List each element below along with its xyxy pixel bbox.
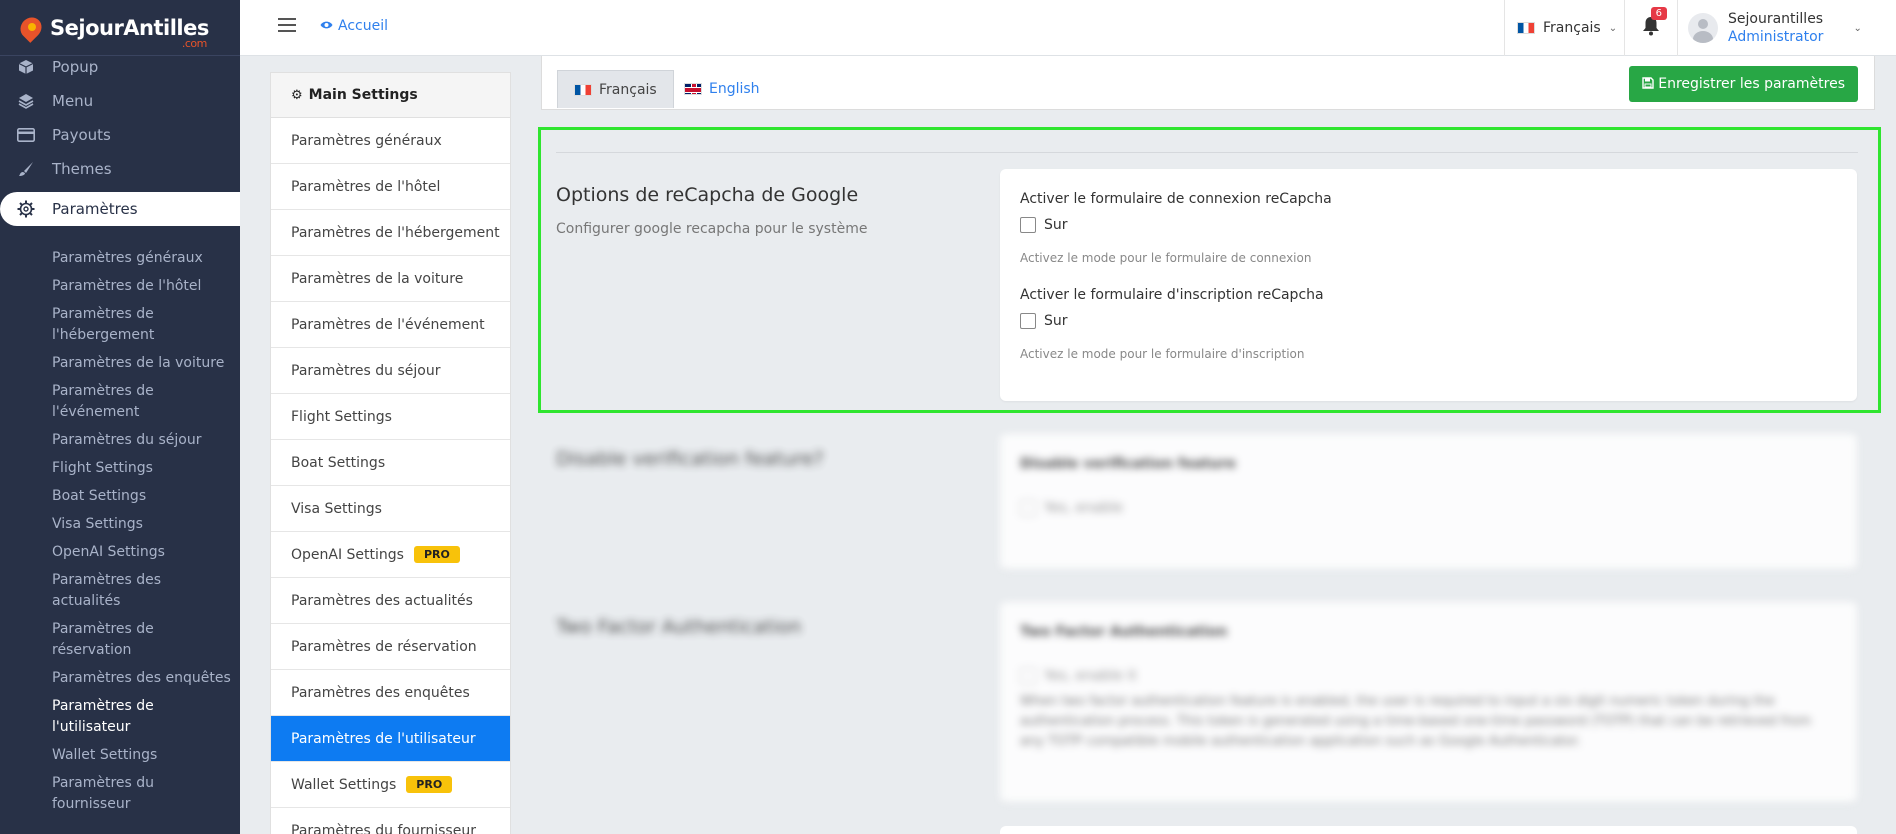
cube-icon bbox=[16, 58, 36, 76]
flag-france-icon bbox=[574, 83, 592, 96]
two-factor-checkbox-row[interactable]: Yes, enable it bbox=[1020, 668, 1837, 684]
sidebar-sub-item[interactable]: Paramètres du séjour bbox=[52, 428, 232, 456]
settings-menu-item[interactable]: Flight Settings bbox=[271, 394, 510, 440]
hamburger-menu-icon[interactable] bbox=[278, 18, 296, 32]
highlight-box bbox=[538, 127, 1881, 413]
home-link-label: Accueil bbox=[338, 18, 388, 34]
eye-icon bbox=[320, 19, 333, 33]
sidebar-sub-item[interactable]: Paramètres de l'événement bbox=[52, 379, 232, 428]
layers-icon bbox=[16, 92, 36, 110]
two-factor-card: Two Factor Authentication Yes, enable it… bbox=[1000, 602, 1857, 802]
sidebar-sub-item[interactable]: Paramètres des enquêtes bbox=[52, 666, 232, 694]
notifications-button[interactable]: 6 bbox=[1624, 0, 1678, 56]
sidebar-sub-item[interactable]: Paramètres de l'hébergement bbox=[52, 302, 232, 351]
sidebar-sub-item[interactable]: Paramètres du fournisseur bbox=[52, 771, 232, 820]
settings-menu-item-active[interactable]: Paramètres de l'utilisateur bbox=[271, 716, 510, 762]
settings-menu-item[interactable]: Paramètres de la voiture bbox=[271, 256, 510, 302]
language-tabs-bar: Français English Enregistrer les paramèt… bbox=[541, 56, 1875, 110]
tab-english[interactable]: English bbox=[668, 70, 776, 108]
brush-icon bbox=[16, 160, 36, 178]
sidebar-item-menu[interactable]: Menu bbox=[0, 84, 240, 118]
cogs-icon: ⚙ bbox=[291, 87, 303, 103]
verification-section-title: Disable verification feature? bbox=[556, 448, 824, 470]
sidebar-sub-item-current[interactable]: Paramètres de l'utilisateur bbox=[52, 694, 232, 743]
sidebar: SejourAntilles .com Popup Menu Payouts T… bbox=[0, 0, 240, 834]
settings-menu-item[interactable]: Paramètres de l'hôtel bbox=[271, 164, 510, 210]
settings-menu-item[interactable]: Paramètres du séjour bbox=[271, 348, 510, 394]
sidebar-item-themes[interactable]: Themes bbox=[0, 152, 240, 186]
next-card-edge bbox=[1000, 826, 1857, 834]
settings-menu-item[interactable]: OpenAI Settings PRO bbox=[271, 532, 510, 578]
sidebar-sub-item[interactable]: Paramètres des actualités bbox=[52, 568, 232, 617]
two-factor-label: Two Factor Authentication bbox=[1020, 624, 1228, 640]
gear-icon bbox=[16, 200, 36, 218]
home-link[interactable]: Accueil bbox=[320, 18, 388, 34]
settings-menu-header: ⚙ Main Settings bbox=[271, 73, 510, 118]
palm-logo-icon bbox=[16, 13, 46, 43]
two-factor-help: When two factor authentication feature i… bbox=[1020, 694, 1811, 749]
sidebar-item-payouts[interactable]: Payouts bbox=[0, 118, 240, 152]
sidebar-sub-item[interactable]: Wallet Settings bbox=[52, 743, 232, 771]
user-menu[interactable]: Sejourantilles Administrator ⌄ bbox=[1688, 0, 1862, 56]
settings-menu-item[interactable]: Paramètres de réservation bbox=[271, 624, 510, 670]
flag-uk-icon bbox=[684, 83, 702, 95]
user-role: Administrator bbox=[1728, 29, 1824, 45]
settings-menu-item[interactable]: Paramètres généraux bbox=[271, 118, 510, 164]
settings-menu-item[interactable]: Paramètres des actualités bbox=[271, 578, 510, 624]
user-name: Sejourantilles bbox=[1728, 11, 1824, 27]
sidebar-sub-item[interactable]: Paramètres de la voiture bbox=[52, 351, 232, 379]
two-factor-section-title: Two Factor Authentication bbox=[556, 616, 802, 638]
settings-menu-item[interactable]: Paramètres du fournisseur bbox=[271, 808, 510, 834]
sidebar-sub-item[interactable]: Visa Settings bbox=[52, 512, 232, 540]
credit-card-icon bbox=[16, 126, 36, 144]
floppy-disk-icon bbox=[1642, 76, 1654, 92]
sidebar-sub-item[interactable]: Paramètres généraux bbox=[52, 246, 232, 274]
sidebar-item-label: Paramètres bbox=[52, 200, 138, 218]
settings-menu-item[interactable]: Paramètres de l'événement bbox=[271, 302, 510, 348]
sidebar-item-label: Popup bbox=[52, 58, 99, 76]
sidebar-sub-item[interactable]: Flight Settings bbox=[52, 456, 232, 484]
sidebar-item-parametres[interactable]: Paramètres bbox=[0, 192, 240, 226]
settings-menu: ⚙ Main Settings Paramètres généraux Para… bbox=[270, 72, 511, 834]
verification-checkbox-row[interactable]: Yes, enable bbox=[1020, 500, 1837, 516]
avatar bbox=[1688, 13, 1718, 43]
settings-menu-item[interactable]: Boat Settings bbox=[271, 440, 510, 486]
top-bar: Accueil Français ⌄ 6 Sejourantilles Admi… bbox=[240, 0, 1896, 56]
brand-suffix: .com bbox=[181, 36, 208, 50]
chevron-down-icon: ⌄ bbox=[1853, 22, 1862, 34]
chevron-down-icon: ⌄ bbox=[1608, 22, 1618, 34]
sidebar-sub-item[interactable]: Paramètres de l'hôtel bbox=[52, 274, 232, 302]
sidebar-sub-item[interactable]: OpenAI Settings bbox=[52, 540, 232, 568]
settings-panel: Français English Enregistrer les paramèt… bbox=[538, 56, 1881, 834]
save-settings-button[interactable]: Enregistrer les paramètres bbox=[1629, 66, 1858, 102]
settings-menu-item[interactable]: Paramètres de l'hébergement bbox=[271, 210, 510, 256]
sidebar-item-label: Themes bbox=[52, 160, 112, 178]
notifications-count-badge: 6 bbox=[1650, 7, 1667, 20]
flag-france-icon bbox=[1517, 22, 1535, 34]
pro-badge: PRO bbox=[406, 776, 453, 793]
language-select[interactable]: Français ⌄ bbox=[1504, 0, 1624, 56]
settings-menu-item[interactable]: Wallet Settings PRO bbox=[271, 762, 510, 808]
settings-menu-item[interactable]: Paramètres des enquêtes bbox=[271, 670, 510, 716]
sidebar-item-label: Payouts bbox=[52, 126, 111, 144]
two-factor-checkbox[interactable] bbox=[1020, 668, 1036, 684]
verification-label: Disable verification feature bbox=[1020, 456, 1236, 472]
sidebar-sub-item[interactable]: Boat Settings bbox=[52, 484, 232, 512]
sidebar-item-label: Menu bbox=[52, 92, 94, 110]
settings-menu-item[interactable]: Visa Settings bbox=[271, 486, 510, 532]
verification-card: Disable verification feature Yes, enable bbox=[1000, 434, 1857, 569]
brand-logo[interactable]: SejourAntilles .com bbox=[0, 0, 240, 56]
sidebar-item-popup[interactable]: Popup bbox=[0, 50, 240, 84]
verification-checkbox[interactable] bbox=[1020, 500, 1036, 516]
tab-francais[interactable]: Français bbox=[557, 70, 674, 108]
sidebar-sub-list: Paramètres généraux Paramètres de l'hôte… bbox=[0, 232, 240, 820]
sidebar-sub-item[interactable]: Paramètres de réservation bbox=[52, 617, 232, 666]
language-label: Français bbox=[1543, 20, 1601, 36]
pro-badge: PRO bbox=[413, 546, 460, 563]
